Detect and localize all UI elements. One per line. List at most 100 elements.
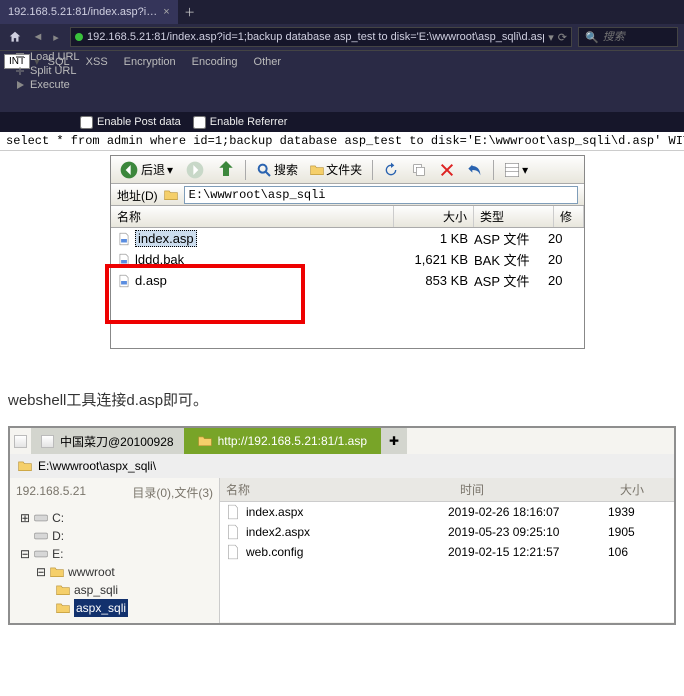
- dropdown-icon[interactable]: ▾: [548, 31, 554, 44]
- file-size: 853 KB: [388, 273, 468, 288]
- file-name: index2.aspx: [246, 525, 310, 539]
- new-tab-button[interactable]: ＋: [178, 4, 202, 20]
- folders-label: 文件夹: [326, 161, 362, 178]
- col-type[interactable]: 类型: [474, 206, 554, 227]
- search-label: 搜索: [274, 161, 298, 178]
- file-row[interactable]: web.config 2019-02-15 12:21:57 106: [220, 542, 674, 562]
- reload-icon[interactable]: ⟳: [558, 31, 567, 44]
- browser-tab[interactable]: 192.168.5.21:81/index.asp?i… ×: [0, 0, 178, 24]
- col-mod[interactable]: 修: [554, 206, 584, 227]
- path-text[interactable]: E:\wwwroot\aspx_sqli\: [38, 459, 156, 473]
- drive-tree[interactable]: ⊞C: ⊞D: ⊟E: ⊟wwwroot asp_sqli aspx_sqli: [16, 509, 213, 617]
- tb-encoding[interactable]: Encoding: [184, 56, 246, 68]
- file-size: 1905: [608, 525, 668, 539]
- square-icon: [41, 435, 54, 448]
- col-time[interactable]: 时间: [454, 478, 614, 501]
- file-type: ASP 文件: [468, 229, 548, 248]
- file-row[interactable]: index2.aspx 2019-05-23 09:25:10 1905: [220, 522, 674, 542]
- delete-icon[interactable]: [435, 160, 459, 180]
- explorer-window: 后退 ▾ 搜索 文件夹 ▾ 地址(D) 名称 大小 类型: [110, 155, 585, 349]
- file-row[interactable]: lddd.bak 1,621 KB BAK 文件 20: [111, 249, 584, 270]
- address-label: 地址(D): [117, 187, 158, 204]
- search-button[interactable]: 搜索: [252, 159, 302, 180]
- file-size: 106: [608, 545, 668, 559]
- url-box[interactable]: ▾ ⟳: [70, 27, 572, 47]
- file-row[interactable]: index.aspx 2019-02-26 18:16:07 1939: [220, 502, 674, 522]
- caidao-file-panel: 名称 时间 大小 index.aspx 2019-02-26 18:16:07 …: [220, 478, 674, 623]
- folder-icon: [50, 566, 64, 578]
- back-button[interactable]: 后退 ▾: [115, 158, 177, 182]
- forward-button[interactable]: [181, 158, 209, 182]
- col-name[interactable]: 名称: [111, 206, 394, 227]
- up-button[interactable]: [213, 159, 239, 181]
- sync-icon[interactable]: [379, 160, 403, 180]
- tree-folder-asp-sqli[interactable]: asp_sqli: [16, 581, 213, 599]
- execute-button[interactable]: Execute: [10, 78, 84, 92]
- sql-output: select * from admin where id=1;backup da…: [0, 132, 684, 151]
- explorer-toolbar: 后退 ▾ 搜索 文件夹 ▾: [111, 156, 584, 184]
- enable-referrer-checkbox[interactable]: Enable Referrer: [193, 116, 288, 129]
- dir-summary: 目录(0),文件(3): [132, 484, 213, 501]
- col-size[interactable]: 大小: [394, 206, 474, 227]
- address-input[interactable]: [184, 186, 578, 204]
- file-row[interactable]: index.asp 1 KB ASP 文件 20: [111, 228, 584, 249]
- tree-drive-c[interactable]: ⊞C:: [16, 509, 213, 527]
- execute-label: Execute: [30, 79, 70, 91]
- file-size: 1 KB: [388, 231, 468, 246]
- folder-icon: [164, 189, 178, 201]
- close-icon[interactable]: ×: [163, 6, 169, 18]
- tab-home[interactable]: 中国菜刀@20100928: [31, 428, 184, 454]
- folder-icon: [56, 584, 70, 596]
- split-url-button[interactable]: Split URL: [10, 64, 84, 78]
- col-name[interactable]: 名称: [220, 478, 454, 501]
- tree-drive-d[interactable]: ⊞D:: [16, 527, 213, 545]
- tree-folder-aspx-sqli[interactable]: aspx_sqli: [16, 599, 213, 617]
- file-icon: [226, 504, 240, 520]
- search-input[interactable]: [603, 31, 684, 43]
- enable-referrer-label: Enable Referrer: [210, 116, 288, 128]
- tree-folder-wwwroot[interactable]: ⊟wwwroot: [16, 563, 213, 581]
- back-icon[interactable]: ◄: [30, 31, 46, 44]
- file-time: 2019-02-15 12:21:57: [448, 545, 608, 559]
- tab-home-label: 中国菜刀@20100928: [60, 433, 174, 450]
- hackbar-toolbar: INT ▾ SQL XSS Encryption Encoding Other: [0, 50, 684, 72]
- back-dropdown-icon[interactable]: ▾: [167, 163, 173, 177]
- enable-post-checkbox[interactable]: Enable Post data: [80, 116, 181, 129]
- load-url-button[interactable]: Load URL: [10, 50, 84, 64]
- copy-icon[interactable]: [407, 160, 431, 180]
- caidao-file-list[interactable]: index.aspx 2019-02-26 18:16:07 1939 inde…: [220, 502, 674, 622]
- tab-shell[interactable]: http://192.168.5.21:81/1.asp: [184, 428, 381, 454]
- file-row[interactable]: d.asp 853 KB ASP 文件 20: [111, 270, 584, 291]
- folder-icon: [56, 602, 70, 614]
- col-size[interactable]: 大小: [614, 478, 674, 501]
- folder-label: wwwroot: [68, 563, 115, 581]
- file-time: 2019-05-23 09:25:10: [448, 525, 608, 539]
- tb-encryption[interactable]: Encryption: [116, 56, 184, 68]
- drive-icon: [34, 512, 48, 524]
- home-icon[interactable]: [6, 28, 24, 46]
- add-tab-button[interactable]: ✚: [381, 428, 407, 454]
- folder-label: asp_sqli: [74, 581, 118, 599]
- explorer-file-list[interactable]: index.asp 1 KB ASP 文件 20 lddd.bak 1,621 …: [111, 228, 584, 348]
- hackbar-side: Load URL Split URL Execute: [10, 50, 84, 92]
- file-time: 2019-02-26 18:16:07: [448, 505, 608, 519]
- folder-icon: [18, 460, 32, 472]
- tb-other[interactable]: Other: [246, 56, 290, 68]
- caidao-window: 中国菜刀@20100928 http://192.168.5.21:81/1.a…: [8, 426, 676, 625]
- folder-label: aspx_sqli: [74, 599, 128, 617]
- forward-icon[interactable]: ▸: [48, 31, 64, 44]
- explorer-address-bar: 地址(D): [111, 184, 584, 206]
- drive-label: E:: [52, 545, 63, 563]
- undo-icon[interactable]: [463, 160, 487, 180]
- folders-button[interactable]: 文件夹: [306, 159, 366, 180]
- explorer-columns: 名称 大小 类型 修: [111, 206, 584, 228]
- nav-buttons: ◄ ▸: [30, 31, 64, 44]
- tree-drive-e[interactable]: ⊟E:: [16, 545, 213, 563]
- window-icon[interactable]: [14, 435, 27, 448]
- search-box[interactable]: 🔍: [578, 27, 678, 47]
- drive-label: D:: [52, 527, 64, 545]
- views-icon[interactable]: ▾: [500, 160, 532, 180]
- file-mod: 20: [548, 231, 578, 246]
- host-ip: 192.168.5.21: [16, 484, 86, 501]
- url-input[interactable]: [87, 31, 544, 43]
